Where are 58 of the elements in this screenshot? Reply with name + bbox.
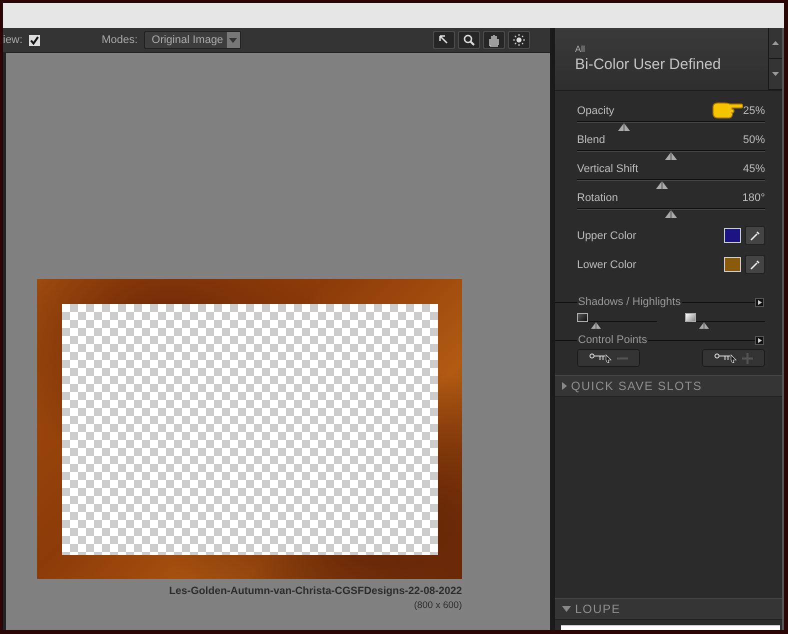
section-expand-button[interactable] [755, 298, 764, 306]
filter-category: All [575, 44, 586, 54]
highlight-swatch [685, 313, 696, 322]
image-dimensions: (800 x 600) [412, 600, 462, 611]
preview-label: iew: [3, 34, 23, 46]
slider-thumb[interactable] [665, 210, 677, 218]
modes-label: Modes: [102, 34, 138, 46]
slider-thumb[interactable] [590, 322, 601, 329]
section-title: Control Points [577, 334, 648, 346]
slider-value: 25% [742, 105, 765, 119]
section-expand-button[interactable] [755, 336, 764, 344]
slider-label: Opacity [577, 105, 614, 119]
slider-thumb[interactable] [698, 322, 709, 329]
filter-name: Bi-Color User Defined [575, 56, 722, 73]
slider-thumb[interactable] [665, 152, 677, 160]
section-title: Shadows / Highlights [577, 296, 682, 308]
eyedropper-icon [750, 230, 760, 240]
modes-dropdown[interactable]: Original Image [144, 31, 241, 49]
hand-tool-button[interactable] [483, 31, 505, 49]
add-control-point-button[interactable] [702, 349, 765, 367]
preview-checkbox[interactable] [28, 34, 40, 46]
eyedropper-button[interactable] [745, 255, 765, 274]
color-label: Upper Color [577, 230, 638, 242]
slider-value: 45% [742, 163, 765, 177]
scroll-up-button[interactable] [769, 28, 782, 59]
down-arrow-icon [772, 72, 779, 76]
slider-thumb[interactable] [656, 181, 668, 189]
hand-icon [487, 33, 501, 47]
dropdown-arrow-icon [229, 38, 238, 42]
slider-label: Vertical Shift [577, 163, 638, 177]
shadow-swatch [577, 313, 588, 322]
collapsible-section-header[interactable]: QUICK SAVE SLOTS [555, 375, 782, 397]
search-tool-button[interactable] [458, 31, 480, 49]
arrow-pointer-tool-button[interactable] [433, 31, 455, 49]
plus-icon [742, 352, 753, 364]
up-arrow-icon [772, 41, 779, 45]
slider-thumb[interactable] [618, 123, 630, 131]
slider-label: Rotation [577, 192, 618, 206]
right-triangle-icon [758, 300, 762, 304]
key-pointer-icon [714, 353, 738, 363]
color-label: Lower Color [577, 258, 638, 270]
right-triangle-icon [758, 338, 762, 342]
eyedropper-icon [750, 260, 760, 270]
remove-control-point-button[interactable] [577, 349, 640, 367]
slider-value: 50% [742, 134, 765, 148]
color-swatch[interactable] [724, 257, 741, 272]
slider-label: Blend [577, 134, 606, 148]
image-filename: Les-Golden-Autumn-van-Christa-CGSFDesigns-22-08-2022 [168, 585, 462, 597]
color-swatch[interactable] [724, 228, 741, 243]
light-bulb-tool-button[interactable] [508, 31, 530, 49]
key-pointer-icon [589, 353, 613, 363]
search-icon [462, 33, 476, 47]
collapsed-triangle-icon [562, 382, 567, 390]
light-bulb-icon [512, 33, 526, 47]
slider-value: 180° [742, 192, 765, 206]
eyedropper-button[interactable] [745, 226, 765, 245]
collapsible-section-header[interactable]: LOUPE [555, 598, 782, 620]
expanded-triangle-icon [562, 606, 571, 612]
